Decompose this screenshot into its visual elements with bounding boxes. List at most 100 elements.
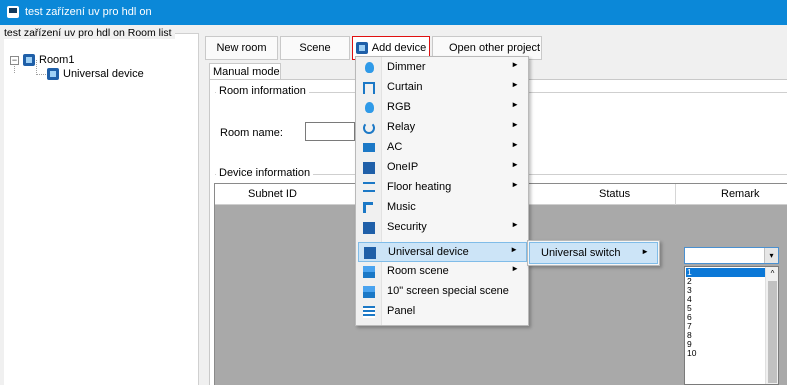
listbox-scrollbar[interactable]: ^ xyxy=(765,267,778,384)
panel-icon xyxy=(363,306,375,318)
new-room-label: New room xyxy=(216,42,267,54)
submenu-arrow-icon: ► xyxy=(511,160,519,169)
menu-item-label: OneIP xyxy=(387,161,419,173)
submenu-arrow-icon: ► xyxy=(511,180,519,189)
menu-item-panel[interactable]: Panel xyxy=(358,302,527,322)
device-icon xyxy=(363,162,375,174)
menu-item-music[interactable]: Music xyxy=(358,198,527,218)
list-item[interactable]: 10 xyxy=(686,349,766,358)
room-list-panel: test zařízení uv pro hdl on Room list − … xyxy=(4,27,199,385)
new-room-button[interactable]: New room xyxy=(205,36,278,60)
device-icon xyxy=(363,222,375,234)
menu-item-universal-device[interactable]: Universal device ► xyxy=(358,242,527,262)
menu-item-security[interactable]: Security ► xyxy=(358,218,527,238)
heating-icon xyxy=(363,182,375,192)
submenu-arrow-icon: ► xyxy=(511,80,519,89)
submenu-arrow-icon: ► xyxy=(510,245,518,254)
collapse-toggle-icon[interactable]: − xyxy=(10,55,19,65)
menu-item-label: Universal device xyxy=(388,246,469,258)
universal-switch-listbox[interactable]: 1 2 3 4 5 6 7 8 9 10 ^ xyxy=(684,266,779,385)
menu-item-label: Panel xyxy=(387,305,416,317)
device-icon xyxy=(47,68,59,80)
tree-connector xyxy=(36,74,46,75)
menu-item-relay[interactable]: Relay ► xyxy=(358,118,527,138)
column-status[interactable]: Status xyxy=(599,188,630,200)
tree-item-label: Universal device xyxy=(63,68,144,80)
tab-label: Manual mode xyxy=(213,66,280,78)
list-item[interactable]: 3 xyxy=(686,286,766,295)
list-item[interactable]: 7 xyxy=(686,322,766,331)
room-info-caption: Room information xyxy=(216,85,309,97)
universal-device-submenu: Universal switch ► xyxy=(527,240,660,266)
submenu-arrow-icon: ► xyxy=(641,247,649,256)
column-remark[interactable]: Remark xyxy=(721,188,760,200)
tree-item-universal-device[interactable]: Universal device xyxy=(47,67,144,81)
menu-item-dimmer[interactable]: Dimmer ► xyxy=(358,58,527,78)
device-icon xyxy=(364,247,376,259)
tree-item-room1[interactable]: − Room1 xyxy=(10,53,74,67)
submenu-arrow-icon: ► xyxy=(511,264,519,273)
menu-item-label: Floor heating xyxy=(387,181,452,193)
scene-icon xyxy=(363,286,375,298)
window-title: test zařízení uv pro hdl on xyxy=(25,6,152,18)
submenu-arrow-icon: ► xyxy=(511,100,519,109)
menu-item-label: 10" screen special scene xyxy=(387,285,509,297)
scene-button[interactable]: Scene xyxy=(280,36,350,60)
window-title-bar: test zařízení uv pro hdl on xyxy=(0,0,787,25)
list-item[interactable]: 4 xyxy=(686,295,766,304)
universal-switch-combo[interactable]: ▾ xyxy=(684,247,779,264)
list-item[interactable]: 8 xyxy=(686,331,766,340)
menu-item-label: Dimmer xyxy=(387,61,426,73)
menu-item-room-scene[interactable]: Room scene ► xyxy=(358,262,527,282)
tree-item-label: Room1 xyxy=(39,54,75,66)
add-device-label: Add device xyxy=(371,42,427,54)
menu-item-oneip[interactable]: OneIP ► xyxy=(358,158,527,178)
menu-item-universal-switch[interactable]: Universal switch ► xyxy=(529,242,658,264)
list-item[interactable]: 5 xyxy=(686,304,766,313)
app-icon xyxy=(7,6,19,18)
menu-item-rgb[interactable]: RGB ► xyxy=(358,98,527,118)
list-item[interactable]: 6 xyxy=(686,313,766,322)
scroll-thumb[interactable] xyxy=(768,281,777,383)
power-icon xyxy=(363,122,375,134)
menu-item-label: AC xyxy=(387,141,403,153)
menu-item-ac[interactable]: AC ► xyxy=(358,138,527,158)
column-divider xyxy=(675,184,676,205)
curtain-icon xyxy=(363,82,375,94)
room-icon xyxy=(23,54,35,66)
submenu-arrow-icon: ► xyxy=(511,120,519,129)
menu-item-label: Security xyxy=(387,221,427,233)
open-other-project-label: Open other project xyxy=(449,42,541,54)
list-item[interactable]: 1 xyxy=(686,268,766,277)
menu-item-curtain[interactable]: Curtain ► xyxy=(358,78,527,98)
menu-item-label: Relay xyxy=(387,121,416,133)
submenu-arrow-icon: ► xyxy=(511,220,519,229)
menu-item-floor-heating[interactable]: Floor heating ► xyxy=(358,178,527,198)
submenu-arrow-icon: ► xyxy=(511,140,519,149)
bulb-icon xyxy=(365,62,374,73)
music-icon xyxy=(363,202,373,213)
tab-manual-mode[interactable]: Manual mode xyxy=(209,63,281,80)
room-name-label: Room name: xyxy=(220,127,283,139)
room-list-caption: test zařízení uv pro hdl on Room list xyxy=(4,27,175,39)
list-item[interactable]: 9 xyxy=(686,340,766,349)
column-subnet-id[interactable]: Subnet ID xyxy=(248,188,297,200)
device-icon xyxy=(355,42,368,54)
menu-item-label: Universal switch xyxy=(541,247,621,259)
menu-item-label: RGB xyxy=(387,101,411,113)
scene-label: Scene xyxy=(299,42,331,54)
room-name-input[interactable] xyxy=(305,122,355,141)
scroll-up-icon[interactable]: ^ xyxy=(766,268,778,280)
add-device-menu: Dimmer ► Curtain ► RGB ► Relay ► AC ► On… xyxy=(355,56,529,326)
menu-item-label: Music xyxy=(387,201,416,213)
submenu-arrow-icon: ► xyxy=(511,60,519,69)
scene-icon xyxy=(363,266,375,278)
bulb-icon xyxy=(365,102,374,113)
list-item[interactable]: 2 xyxy=(686,277,766,286)
menu-item-label: Room scene xyxy=(387,265,449,277)
chevron-down-icon[interactable]: ▾ xyxy=(764,248,778,263)
ac-icon xyxy=(363,143,375,152)
menu-item-10-screen-special-scene[interactable]: 10" screen special scene xyxy=(358,282,527,302)
device-info-caption: Device information xyxy=(216,167,314,179)
menu-item-label: Curtain xyxy=(387,81,423,93)
